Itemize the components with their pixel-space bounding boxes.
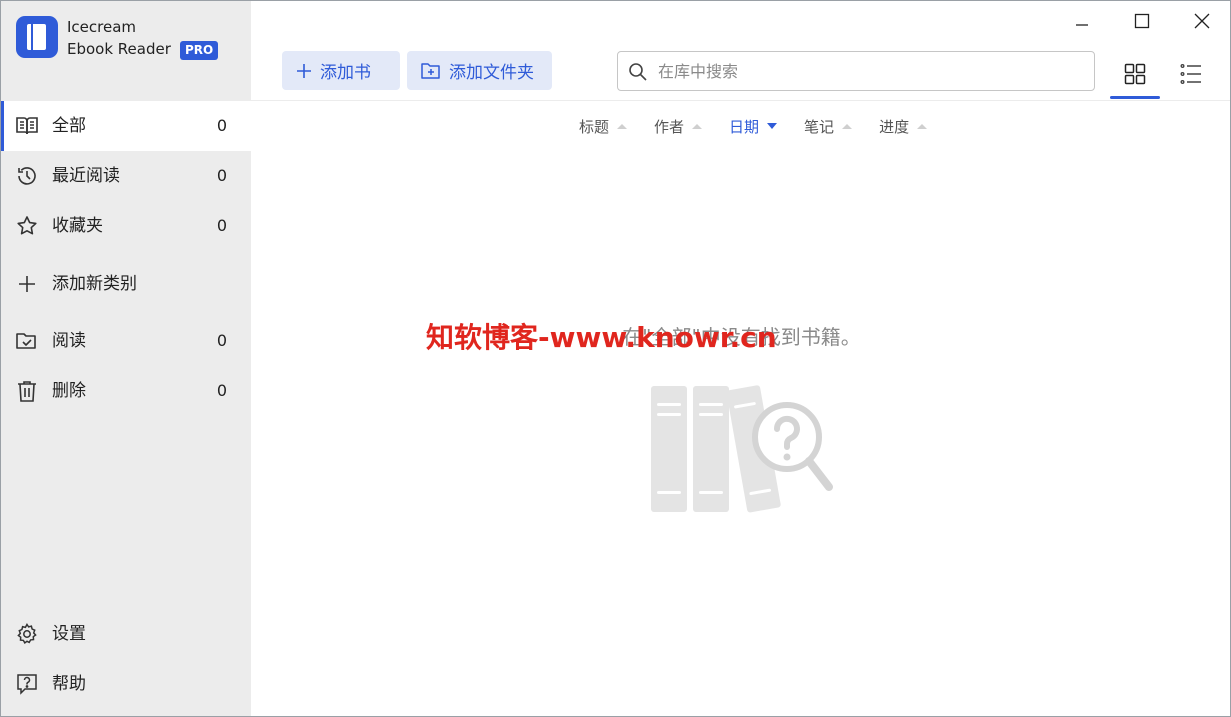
help-label: 帮助: [52, 674, 86, 694]
sort-by-title[interactable]: 标题: [579, 115, 628, 137]
add-folder-button[interactable]: 添加文件夹: [407, 51, 552, 90]
add-category-button[interactable]: 添加新类别: [1, 259, 251, 309]
help-button[interactable]: 帮助: [1, 659, 251, 709]
sidebar-item-count: 0: [216, 331, 227, 350]
sidebar-item-label: 阅读: [52, 331, 86, 351]
folder-check-icon: [16, 330, 38, 352]
sidebar-item-all[interactable]: 全部 0: [1, 101, 251, 151]
search-input[interactable]: [658, 58, 1078, 84]
sidebar-item-label: 删除: [52, 381, 86, 401]
add-folder-label: 添加文件夹: [449, 63, 534, 83]
sidebar-item-reading[interactable]: 阅读 0: [1, 316, 251, 366]
book-open-icon: [16, 115, 38, 137]
sidebar-item-recent[interactable]: 最近阅读 0: [1, 151, 251, 201]
minimize-button[interactable]: [1052, 1, 1112, 41]
sort-label: 标题: [579, 117, 610, 136]
sort-label: 作者: [654, 117, 685, 136]
add-category-label: 添加新类别: [52, 274, 137, 294]
app-logo-icon: [16, 16, 58, 58]
settings-label: 设置: [52, 624, 86, 644]
app-name-line1: Icecream: [67, 18, 137, 36]
sort-caret-icon: [767, 123, 778, 129]
sidebar-item-deleted[interactable]: 删除 0: [1, 366, 251, 416]
plus-icon: [296, 63, 312, 79]
sort-by-notes[interactable]: 笔记: [804, 115, 853, 137]
sort-caret-icon: [842, 123, 853, 129]
sort-by-date[interactable]: 日期: [729, 115, 778, 137]
sort-label: 进度: [879, 117, 910, 136]
sort-caret-icon: [917, 123, 928, 129]
header-divider: [251, 100, 1230, 101]
sidebar-item-label: 收藏夹: [52, 216, 103, 236]
maximize-icon: [1134, 13, 1150, 29]
help-icon: [16, 673, 38, 695]
close-icon: [1194, 13, 1210, 29]
sort-caret-icon: [617, 123, 628, 129]
sidebar-item-count: 0: [216, 116, 227, 135]
folder-plus-icon: [421, 62, 441, 80]
sidebar: Icecream Ebook Reader PRO 全部 0 最近阅读 0 收藏…: [1, 1, 251, 716]
sort-by-progress[interactable]: 进度: [879, 115, 928, 137]
sidebar-item-label: 最近阅读: [52, 166, 120, 186]
sort-bar: 标题 作者 日期 笔记 进度: [579, 115, 954, 137]
sidebar-item-label: 全部: [52, 116, 86, 136]
app-window: Icecream Ebook Reader PRO 全部 0 最近阅读 0 收藏…: [0, 0, 1231, 717]
pro-badge: PRO: [180, 41, 219, 60]
list-view-button[interactable]: [1166, 49, 1216, 99]
history-icon: [16, 165, 38, 187]
app-name-line2: Ebook Reader: [67, 40, 171, 58]
add-book-label: 添加书: [320, 63, 371, 83]
empty-shelf-icon: [651, 385, 833, 513]
grid-view-button[interactable]: [1110, 49, 1160, 99]
trash-icon: [16, 380, 38, 402]
main-area: 添加书 添加文件夹 在库中搜索 标题 作者 日期 笔记 进度 在"全部"中没有找…: [251, 1, 1230, 716]
sort-label: 笔记: [804, 117, 835, 136]
sidebar-item-count: 0: [216, 216, 227, 235]
sort-label: 日期: [729, 117, 760, 136]
watermark-text: 知软博客-www.knowr.cn: [426, 321, 777, 354]
search-box[interactable]: [617, 51, 1095, 91]
sidebar-item-count: 0: [216, 166, 227, 185]
sidebar-item-count: 0: [216, 381, 227, 400]
close-button[interactable]: [1172, 1, 1230, 41]
settings-button[interactable]: 设置: [1, 609, 251, 659]
sidebar-item-favorites[interactable]: 收藏夹 0: [1, 201, 251, 251]
plus-icon: [16, 273, 38, 295]
list-view-icon: [1180, 64, 1201, 85]
sort-caret-icon: [692, 123, 703, 129]
minimize-icon: [1076, 24, 1088, 26]
gear-icon: [16, 623, 38, 645]
add-book-button[interactable]: 添加书: [282, 51, 400, 90]
search-icon: [628, 62, 648, 82]
star-icon: [16, 215, 38, 237]
grid-view-icon: [1124, 63, 1146, 85]
maximize-button[interactable]: [1112, 1, 1172, 41]
window-controls: [1052, 1, 1230, 41]
sort-by-author[interactable]: 作者: [654, 115, 703, 137]
brand: Icecream Ebook Reader PRO: [16, 16, 246, 76]
